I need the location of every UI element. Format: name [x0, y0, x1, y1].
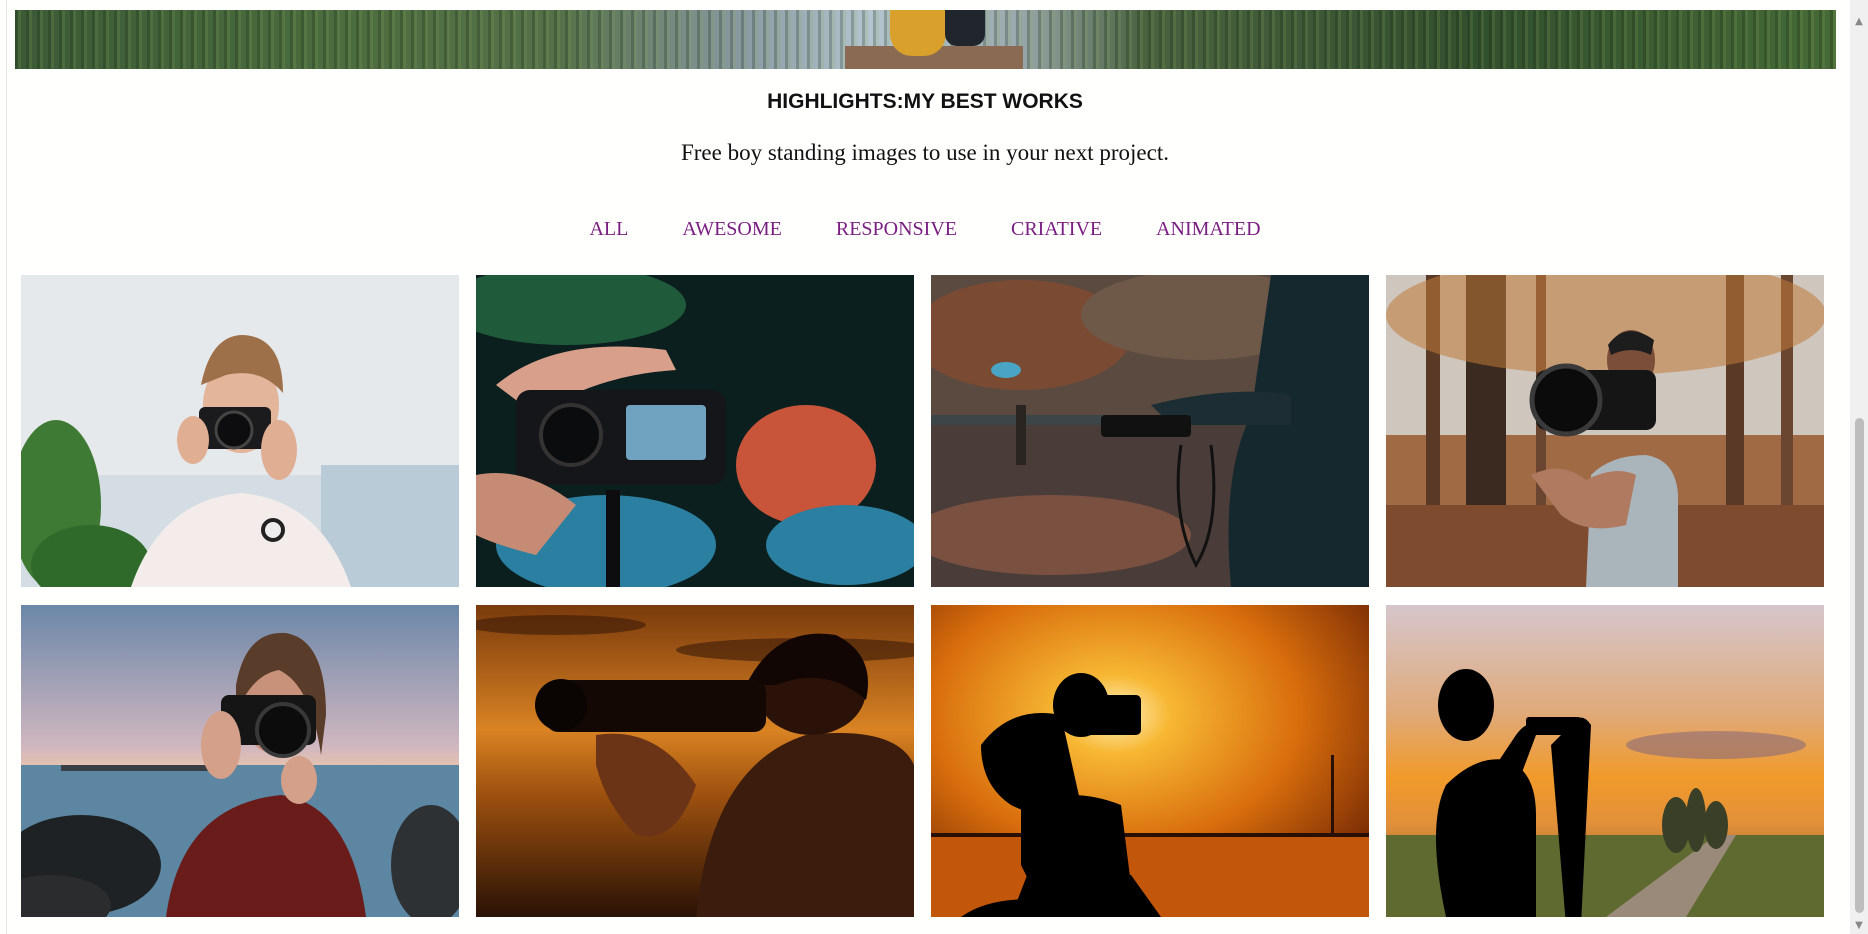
gallery-photo-2[interactable] [476, 275, 914, 587]
scroll-down-arrow-icon[interactable]: ▼ [1850, 916, 1868, 934]
section-title: HIGHLIGHTS:MY BEST WORKS [767, 90, 1083, 113]
page: HIGHLIGHTS:MY BEST WORKS Free boy standi… [0, 0, 1850, 934]
gallery-photo-8[interactable] [1386, 605, 1824, 917]
gallery-photo-6[interactable] [476, 605, 914, 917]
filter-awesome[interactable]: AWESOME [682, 218, 782, 241]
filter-nav: ALL AWESOME RESPONSIVE CRIATIVE ANIMATED [0, 218, 1850, 241]
gallery-photo-4[interactable] [1386, 275, 1824, 587]
filter-all[interactable]: ALL [589, 218, 628, 241]
filter-responsive[interactable]: RESPONSIVE [836, 218, 957, 241]
vertical-scrollbar[interactable]: ▲ ▼ [1850, 0, 1868, 934]
hero-person-legs [945, 10, 985, 46]
gallery-photo-3[interactable] [931, 275, 1369, 587]
scroll-up-arrow-icon[interactable]: ▲ [1850, 12, 1868, 30]
scrollbar-thumb[interactable] [1855, 418, 1864, 913]
gallery-photo-5[interactable] [21, 605, 459, 917]
gallery-grid [21, 275, 1825, 917]
hero-banner-image [15, 10, 1836, 69]
gallery-photo-1[interactable] [21, 275, 459, 587]
section-subtitle: Free boy standing images to use in your … [680, 140, 1169, 165]
filter-criative[interactable]: CRIATIVE [1011, 218, 1102, 241]
filter-animated[interactable]: ANIMATED [1156, 218, 1260, 241]
gallery-photo-7[interactable] [931, 605, 1369, 917]
hero-person-jacket [890, 10, 946, 56]
